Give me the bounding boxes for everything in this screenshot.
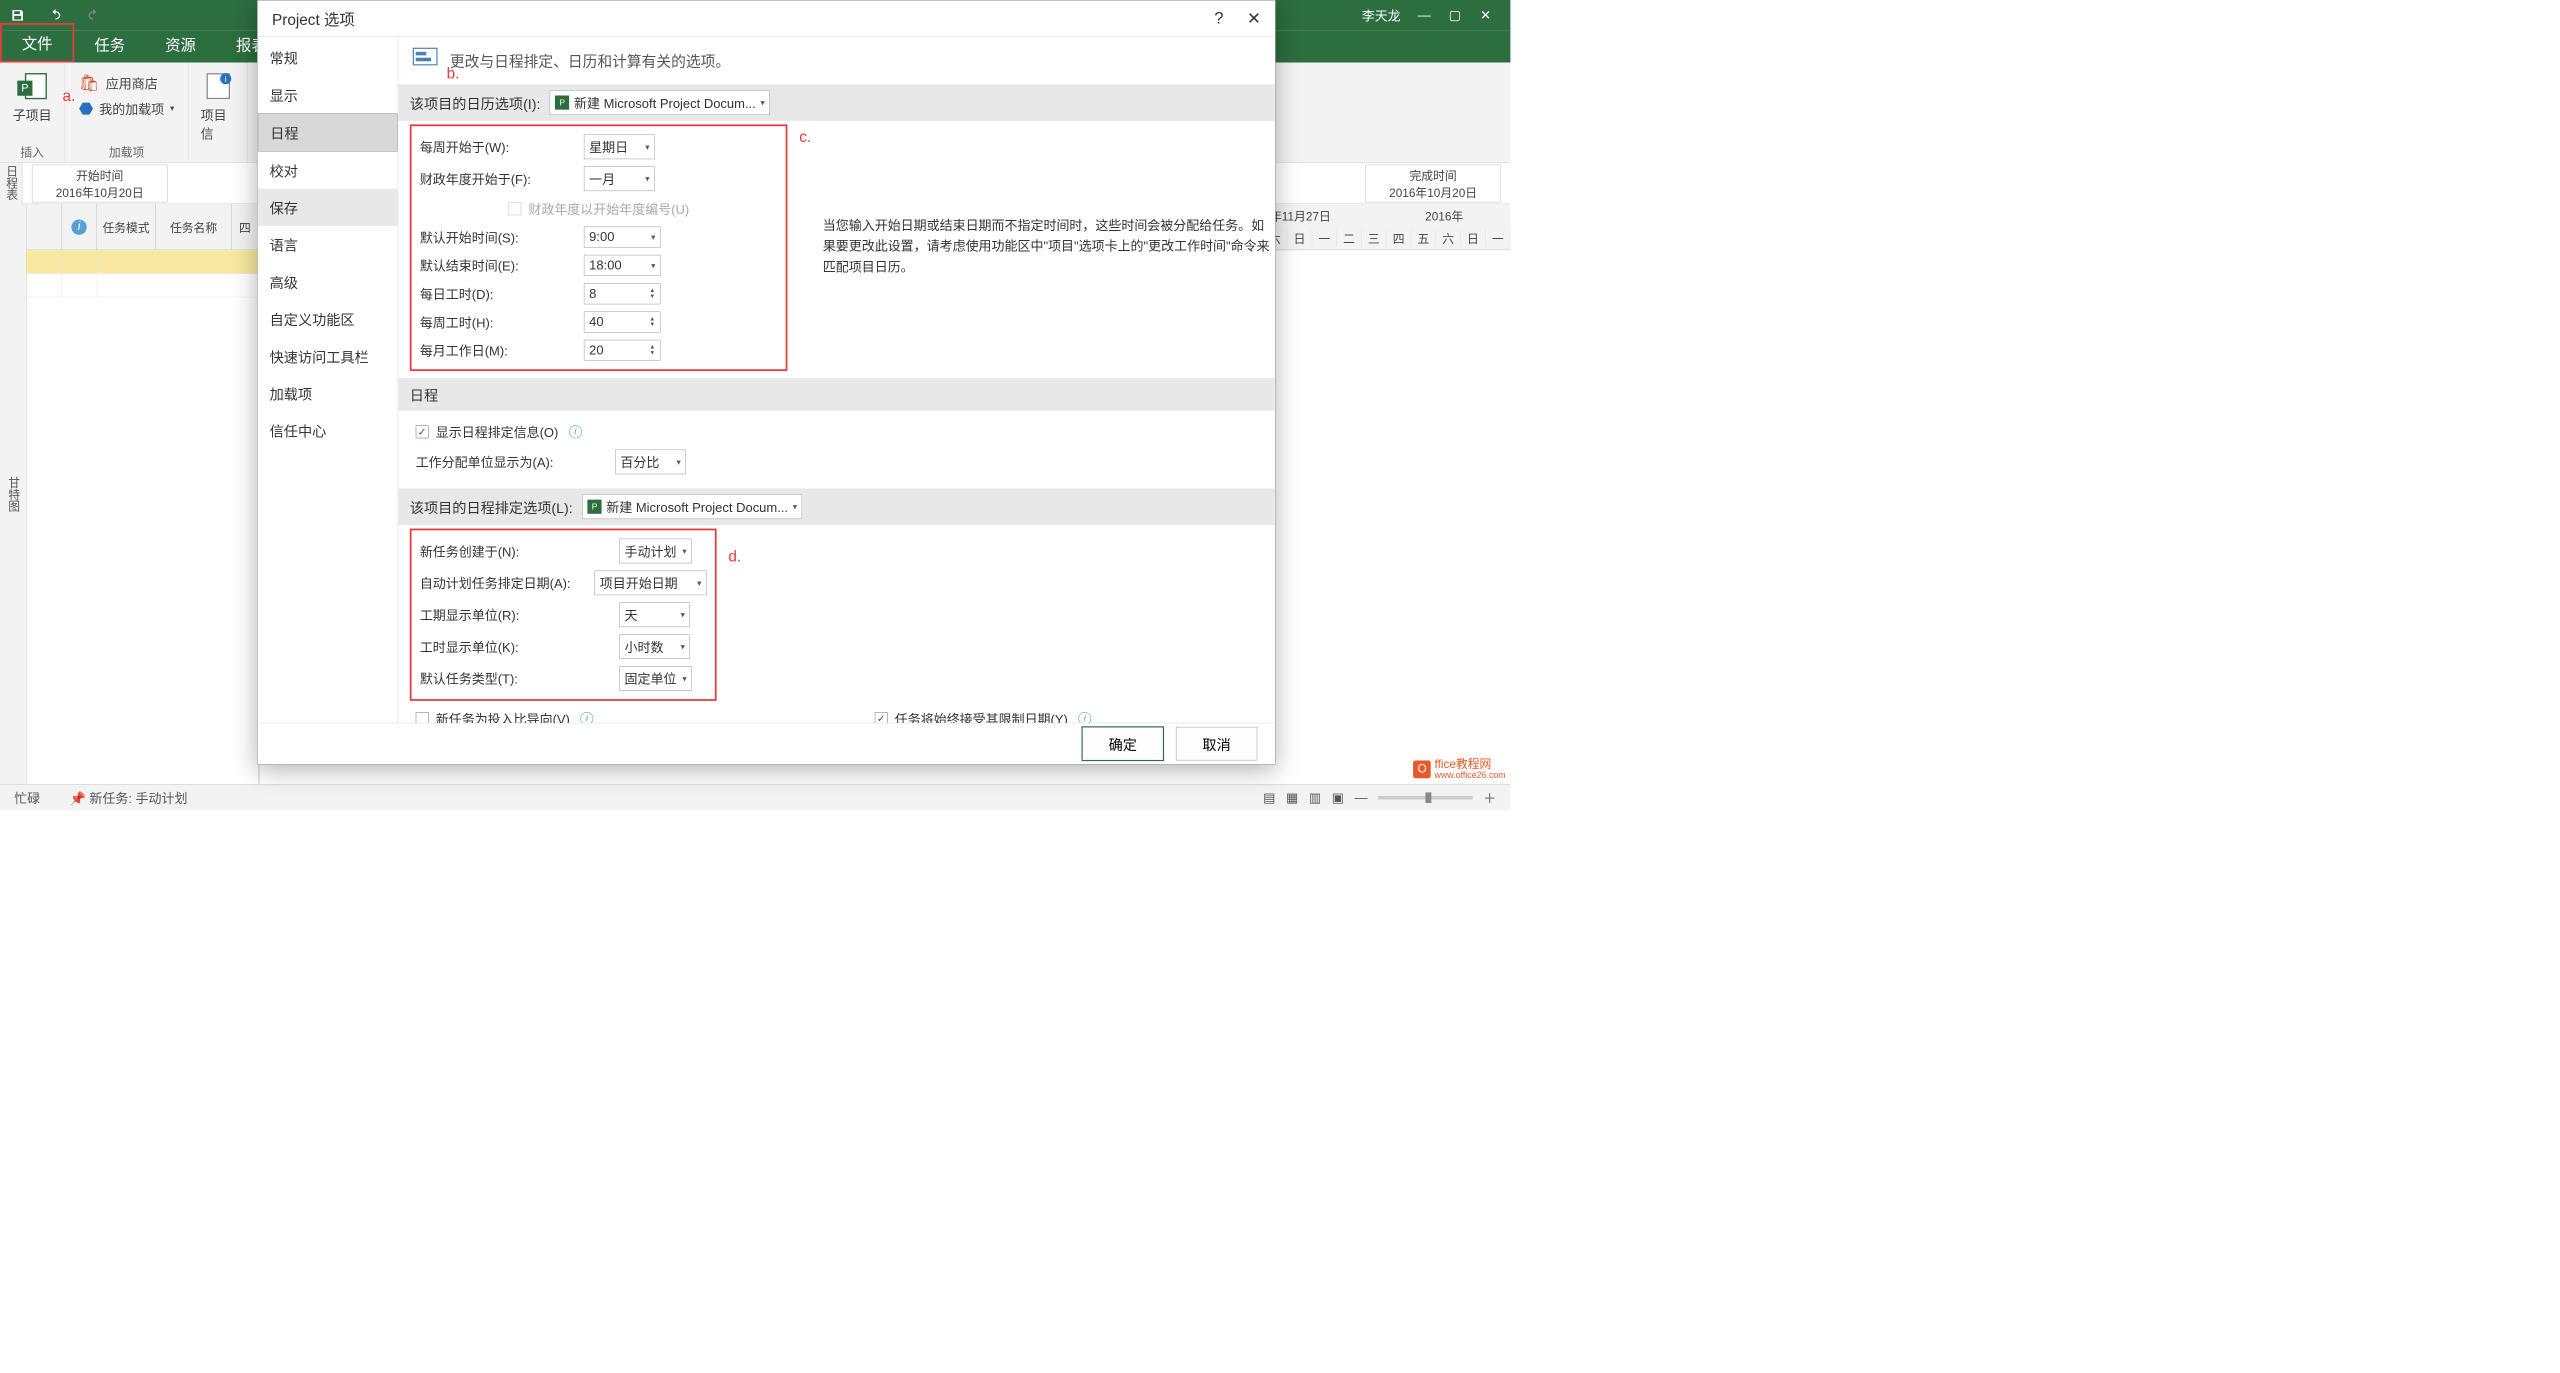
default-end-select[interactable]: 18:00▾ (584, 255, 661, 276)
days-month-input[interactable]: 20▲▼ (584, 340, 661, 361)
calendar-help-text: 当您输入开始日期或结束日期而不指定时间时，这些时间会被分配给任务。如果要更改此设… (823, 215, 1275, 277)
assignment-units-select[interactable]: 百分比▾ (615, 450, 686, 475)
addin-icon: ⬣ (79, 99, 93, 118)
subproject-icon[interactable]: P (13, 67, 51, 105)
nav-save[interactable]: 保存 (258, 189, 398, 226)
dialog-title: Project 选项 (272, 7, 355, 29)
nav-schedule[interactable]: 日程 (258, 113, 398, 151)
hours-week-input[interactable]: 40▲▼ (584, 312, 661, 333)
status-busy: 忙碌 (14, 788, 40, 807)
addins-group-label: 加载项 (109, 143, 144, 160)
annotation-d: d. (729, 548, 742, 566)
nav-addins[interactable]: 加载项 (258, 375, 398, 412)
dialog-footer: 确定 取消 (258, 723, 1275, 764)
fiscal-numbering-checkbox (509, 202, 522, 215)
project-info-icon[interactable]: i (199, 67, 237, 105)
table-row[interactable] (27, 274, 259, 298)
annotation-c: c. (799, 128, 811, 146)
user-name: 李天龙 (1362, 6, 1401, 25)
help-icon[interactable]: ? (1214, 9, 1223, 28)
undo-icon[interactable] (48, 8, 62, 22)
zoom-in-icon[interactable]: ＋ (1483, 788, 1496, 807)
calendar-section-head: 该项目的日历选项(I): P新建 Microsoft Project Docum… (398, 84, 1275, 121)
nav-language[interactable]: 语言 (258, 226, 398, 263)
default-task-type-select[interactable]: 固定单位▾ (620, 666, 693, 691)
svg-text:i: i (224, 74, 226, 84)
timescale-date: 2016年 (1378, 207, 1510, 224)
schedule-header-desc: 更改与日程排定、日历和计算有关的选项。 (450, 50, 730, 71)
default-start-select[interactable]: 9:00▾ (584, 227, 661, 248)
show-sched-info-checkbox[interactable]: ✓ (416, 425, 429, 438)
subproject-label: 子项目 (13, 105, 52, 124)
gantt-view-label: 甘特图 (0, 204, 27, 784)
status-newtask[interactable]: 📌 新任务: 手动计划 (70, 788, 188, 807)
new-tasks-select[interactable]: 手动计划▾ (620, 539, 693, 564)
zoom-slider[interactable] (1378, 796, 1472, 800)
col-day[interactable]: 四 (232, 204, 258, 249)
project-selector-2[interactable]: P新建 Microsoft Project Docum...▾ (582, 494, 802, 519)
office-icon: O (1413, 760, 1431, 778)
close-icon[interactable]: ✕ (1479, 8, 1493, 22)
cancel-button[interactable]: 取消 (1176, 727, 1257, 761)
info-icon[interactable]: i (1079, 712, 1092, 723)
dropdown-icon: ▾ (170, 103, 174, 113)
options-content: 更改与日程排定、日历和计算有关的选项。 该项目的日历选项(I): P新建 Mic… (398, 37, 1275, 723)
fiscal-start-select[interactable]: 一月▾ (584, 166, 655, 191)
status-bar: 忙碌 📌 新任务: 手动计划 ▤ ▦ ▥ ▣ — ＋ (0, 784, 1510, 810)
hours-day-input[interactable]: 8▲▼ (584, 283, 661, 304)
view-board-icon[interactable]: ▣ (1332, 790, 1344, 805)
timeline-side-label: 日程表 (0, 163, 22, 204)
project-info-label: 项目信 (201, 105, 236, 143)
svg-text:P: P (21, 83, 28, 95)
watermark: O ffice教程网 www.office26.com (1413, 758, 1505, 781)
nav-qat[interactable]: 快速访问工具栏 (258, 337, 398, 374)
tab-file[interactable]: 文件 (0, 23, 74, 63)
col-task-name[interactable]: 任务名称 (156, 204, 232, 249)
auto-scheduled-select[interactable]: 项目开始日期▾ (595, 571, 707, 596)
dialog-close-icon[interactable]: ✕ (1247, 9, 1261, 28)
duration-unit-select[interactable]: 天▾ (620, 602, 691, 627)
insert-group-label: 插入 (20, 143, 44, 160)
options-nav: 常规 显示 日程 校对 保存 语言 高级 自定义功能区 快速访问工具栏 加载项 … (258, 37, 398, 723)
nav-advanced[interactable]: 高级 (258, 263, 398, 300)
schedule-header-icon (412, 47, 438, 74)
zoom-out-icon[interactable]: — (1355, 790, 1368, 805)
tab-task[interactable]: 任务 (74, 27, 145, 63)
view-grid-icon[interactable]: ▦ (1286, 790, 1298, 805)
honor-constraint-checkbox[interactable]: ✓ (875, 712, 888, 723)
options-dialog: Project 选项 ? ✕ 常规 显示 日程 校对 保存 语言 高级 自定义功… (257, 0, 1275, 765)
info-icon[interactable]: i (569, 425, 582, 438)
nav-general[interactable]: 常规 (258, 39, 398, 76)
info-column-icon: i (62, 204, 97, 249)
annotation-a: a. (63, 87, 76, 105)
nav-display[interactable]: 显示 (258, 76, 398, 113)
view-usage-icon[interactable]: ▥ (1309, 790, 1321, 805)
view-gantt-icon[interactable]: ▤ (1263, 790, 1275, 805)
project-selector[interactable]: P新建 Microsoft Project Docum...▾ (550, 90, 770, 115)
timeline-start: 开始时间 2016年10月20日 (32, 164, 168, 202)
table-row[interactable] (27, 250, 259, 274)
nav-customize-ribbon[interactable]: 自定义功能区 (258, 300, 398, 337)
timeline-finish: 完成时间 2016年10月20日 (1365, 164, 1501, 202)
store-icon: 🛍 (79, 73, 100, 92)
week-start-select[interactable]: 星期日▾ (584, 135, 655, 160)
nav-proofing[interactable]: 校对 (258, 152, 398, 189)
my-addins-button[interactable]: ⬣ 我的加载项 ▾ (79, 99, 174, 118)
ok-button[interactable]: 确定 (1081, 726, 1164, 761)
col-task-mode[interactable]: 任务模式 (97, 204, 156, 249)
nav-trust[interactable]: 信任中心 (258, 412, 398, 449)
minimize-icon[interactable]: — (1417, 8, 1431, 22)
redo-icon[interactable] (86, 8, 100, 22)
save-icon[interactable] (11, 8, 25, 22)
effort-driven-checkbox[interactable] (416, 712, 429, 723)
work-unit-select[interactable]: 小时数▾ (620, 634, 691, 659)
project-schedule-section-head: 该项目的日程排定选项(L): P新建 Microsoft Project Doc… (398, 489, 1275, 526)
info-icon[interactable]: i (581, 712, 594, 723)
task-grid[interactable]: i 任务模式 任务名称 四 (27, 204, 260, 784)
app-store-button[interactable]: 🛍 应用商店 (79, 73, 158, 92)
maximize-icon[interactable]: ▢ (1448, 8, 1462, 22)
schedule-section-head: 日程 (398, 378, 1275, 410)
tab-resource[interactable]: 资源 (145, 27, 216, 63)
